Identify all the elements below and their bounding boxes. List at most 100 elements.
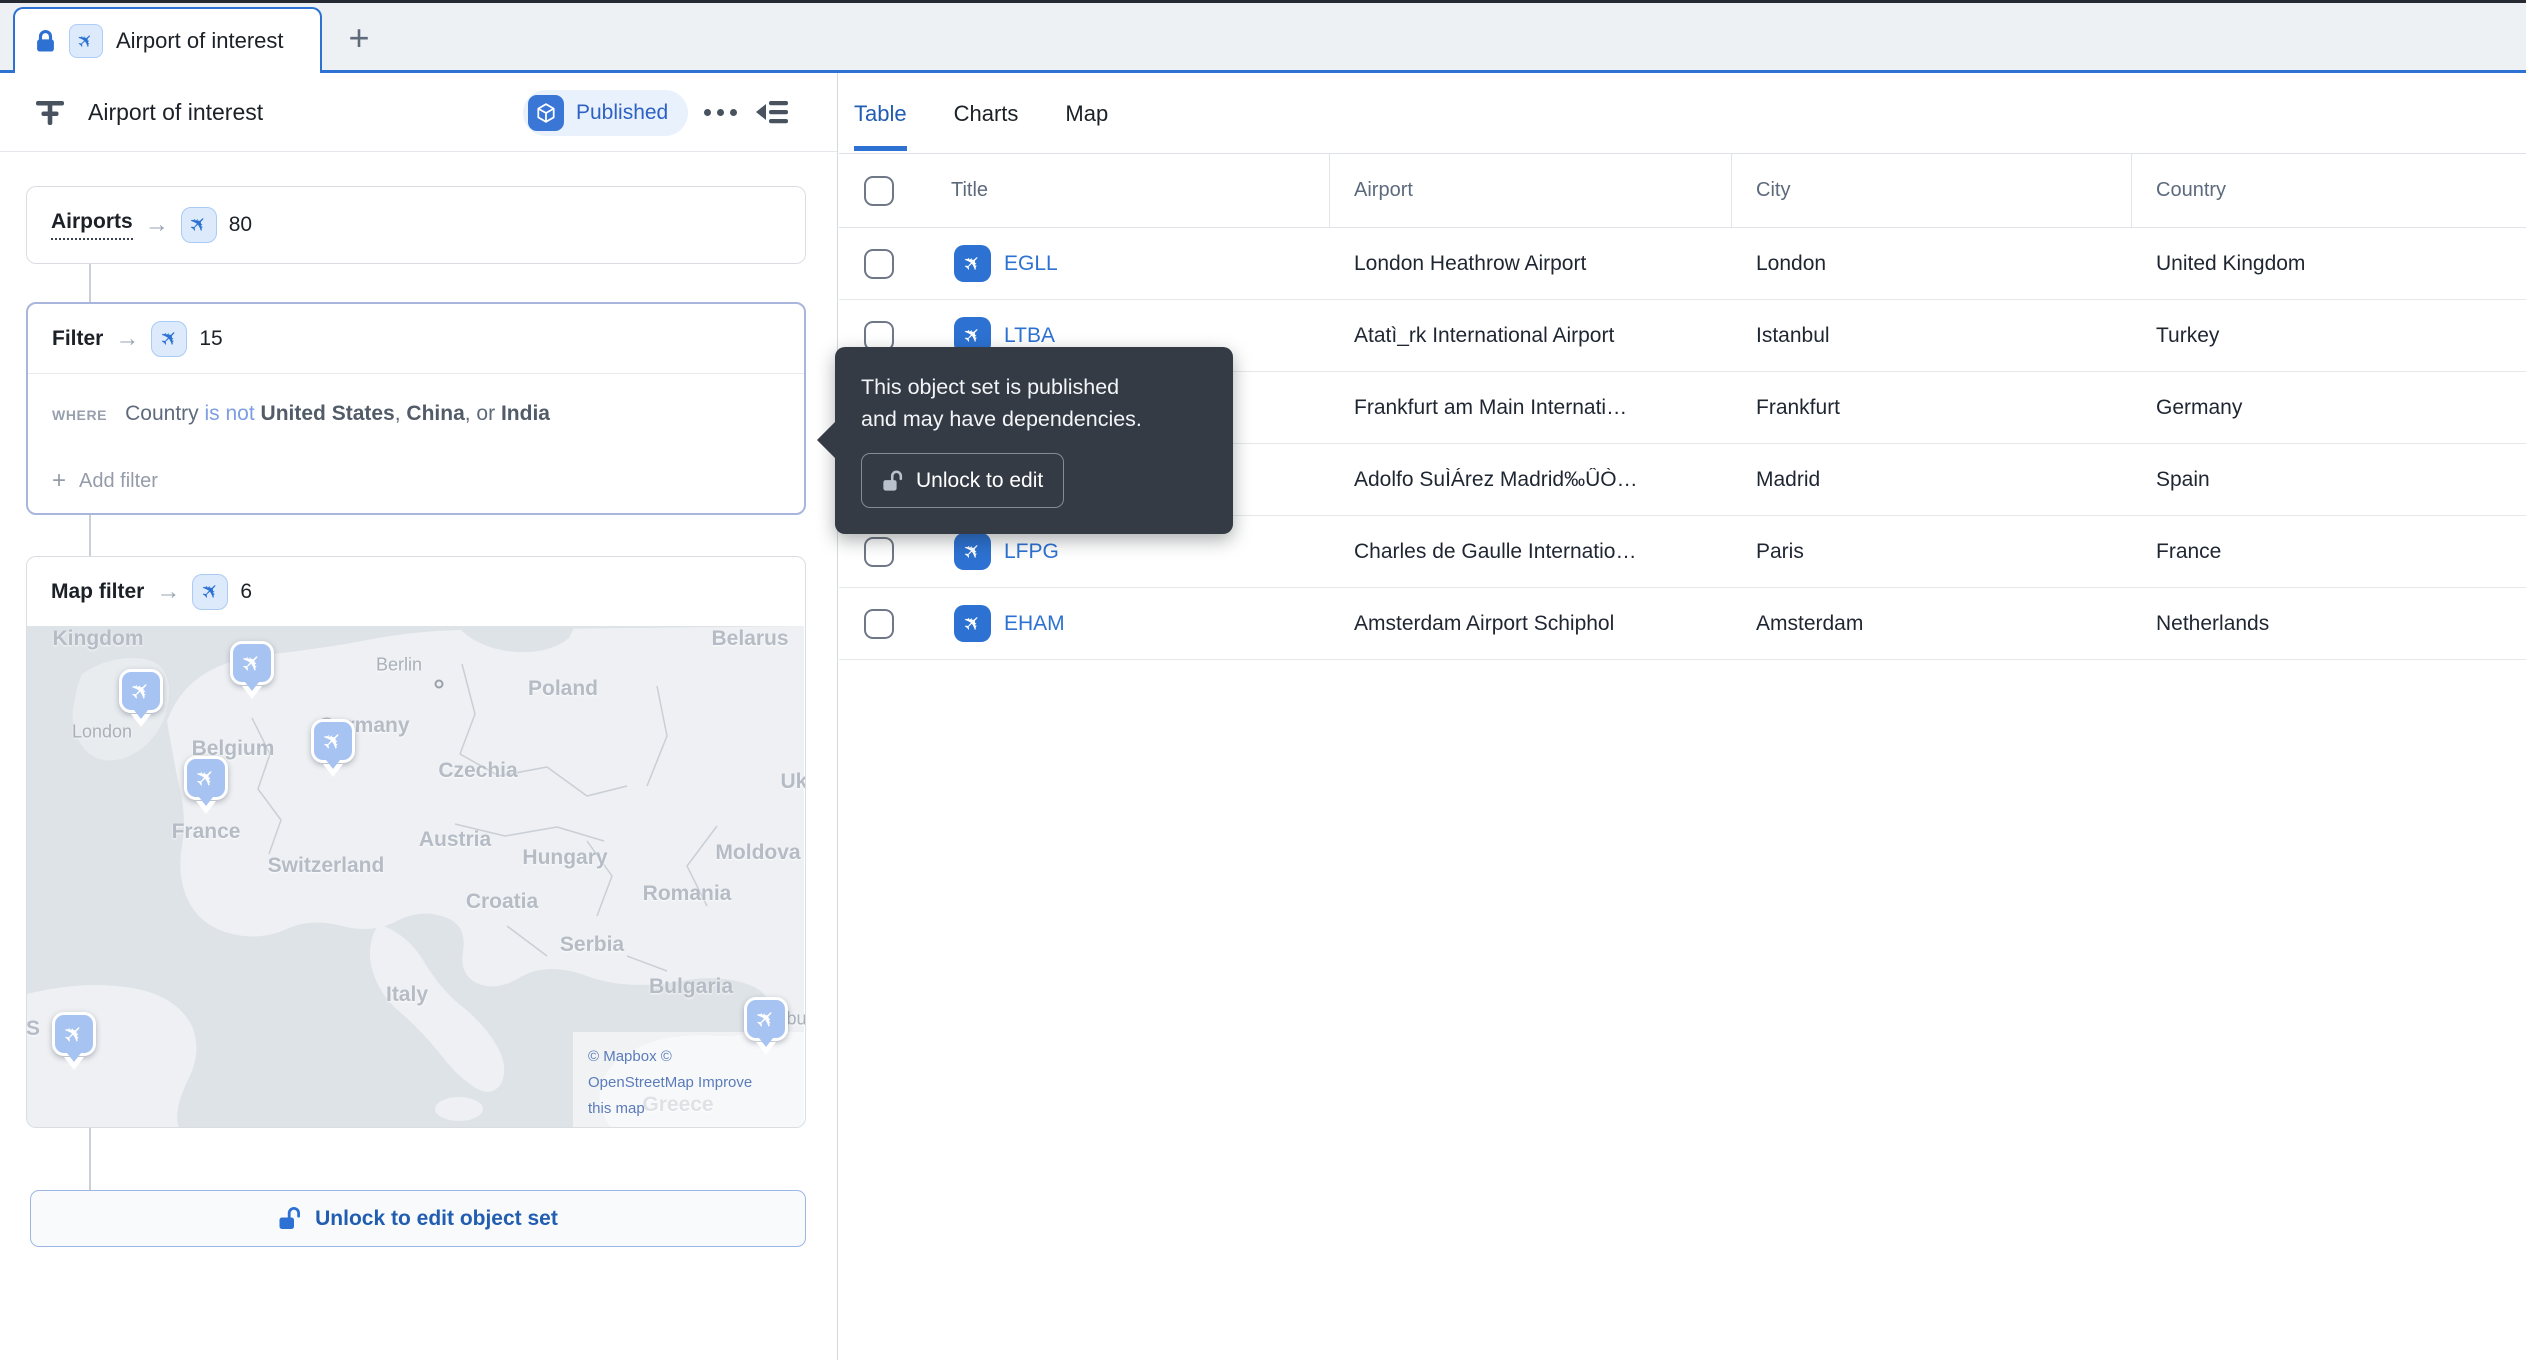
object-link[interactable]: LFPG: [1004, 540, 1059, 564]
clause-token: India: [500, 402, 550, 425]
tab-title: Airport of interest: [116, 28, 284, 53]
clause-token: ,: [394, 402, 407, 425]
row-checkbox[interactable]: [864, 248, 894, 279]
airplane-object-type-icon: ✈: [192, 573, 229, 610]
tab-airport-of-interest[interactable]: ✈ Airport of interest: [13, 7, 322, 73]
cube-icon: [528, 95, 564, 131]
map-marker-london[interactable]: ✈: [119, 669, 163, 713]
new-tab-button[interactable]: +: [336, 15, 382, 61]
tooltip-arrow: [817, 421, 836, 459]
airplane-glyph: ✈: [189, 761, 223, 795]
airport-cell: Amsterdam Airport Schiphol: [1354, 611, 1615, 635]
page-title: Airport of interest: [88, 99, 264, 125]
airport-cell: Adolfo SuÌÁrez Madrid‰ÛÒ…: [1354, 467, 1638, 491]
app-window: ✈ Airport of interest + Airport of inter…: [0, 0, 2526, 1360]
map-country-label: Switzerland: [267, 854, 385, 877]
select-all-checkbox[interactable]: [864, 175, 894, 206]
map-city-label: London: [71, 721, 133, 742]
object-link[interactable]: LTBA: [1004, 324, 1055, 348]
map-filter-node-label: Map filter: [51, 579, 145, 603]
object-link[interactable]: EGLL: [1004, 252, 1058, 276]
unlock-object-set-label: Unlock to edit object set: [315, 1206, 558, 1230]
country-cell: United Kingdom: [2156, 251, 2306, 275]
filter-count: 15: [199, 326, 223, 350]
clause-token: United States: [260, 402, 395, 425]
row-checkbox[interactable]: [864, 536, 894, 567]
airplane-glyph: ✈: [749, 1002, 783, 1036]
airplane-glyph: ✈: [235, 646, 269, 680]
view-tab-charts[interactable]: Charts: [954, 73, 1019, 154]
view-tab-table[interactable]: Table: [854, 73, 907, 154]
node-connector: [89, 515, 91, 556]
airplane-object-icon: ✈: [954, 245, 991, 282]
map-marker-paris[interactable]: ✈: [184, 756, 228, 800]
country-cell: Spain: [2156, 467, 2210, 491]
map-country-label: Serbia: [559, 933, 625, 956]
plus-icon: +: [52, 467, 67, 494]
arrow-right-icon: →: [156, 577, 181, 605]
arrow-right-icon: →: [144, 210, 169, 238]
row-checkbox[interactable]: [864, 608, 894, 639]
country-cell: Netherlands: [2156, 611, 2270, 635]
unlock-to-edit-button[interactable]: Unlock to edit: [861, 453, 1065, 508]
airplane-object-type-icon: ✈: [69, 24, 103, 58]
city-cell: Amsterdam: [1756, 611, 1864, 635]
table-header: Title Airport City Country: [839, 154, 2526, 228]
object-set-icon: [36, 101, 64, 125]
airplane-object-type-icon: ✈: [180, 206, 217, 243]
airplane-glyph: ✈: [57, 1017, 91, 1051]
header-cell-title: Title: [839, 154, 1330, 227]
map-city-dot: [434, 679, 444, 689]
map-filter-node-card[interactable]: Map filter → ✈ 6 © Mapbox © OpenStreetMap…: [26, 556, 806, 1128]
clause-token[interactable]: is not: [205, 402, 255, 425]
filter-node-card[interactable]: Filter → ✈ 15 WHERE Country is not Unite…: [26, 302, 806, 515]
map-country-label: S: [26, 1017, 41, 1040]
arrow-right-icon: →: [115, 324, 140, 352]
map-preview[interactable]: © Mapbox © OpenStreetMap Improve this map …: [26, 626, 805, 1127]
map-marker-frankfurt[interactable]: ✈: [311, 719, 355, 763]
header-cell-city: City: [1732, 154, 2132, 227]
map-country-label: Poland: [527, 677, 599, 700]
filter-node-label: Filter: [52, 326, 104, 350]
airports-node-card[interactable]: Airports → ✈ 80: [26, 186, 806, 264]
city-cell: London: [1756, 251, 1827, 275]
node-connector: [89, 264, 91, 302]
filter-clause[interactable]: Country is not United States, China, or …: [125, 399, 550, 429]
clause-token: , or: [464, 402, 501, 425]
airplane-glyph: ✈: [124, 674, 158, 708]
airplane-glyph: ✈: [958, 537, 987, 566]
map-country-label: Austria: [418, 828, 492, 851]
map-country-label: Croatia: [465, 890, 539, 913]
node-connector: [89, 1128, 91, 1190]
add-filter-label: Add filter: [79, 469, 158, 492]
country-cell: France: [2156, 539, 2222, 563]
airports-node-label[interactable]: Airports: [51, 210, 133, 240]
map-country-label: Moldova: [715, 841, 801, 864]
collapse-panel-icon[interactable]: [756, 96, 790, 128]
airport-cell: Atatì_rk International Airport: [1354, 323, 1615, 347]
airport-cell: Charles de Gaulle Internatio…: [1354, 539, 1637, 563]
map-marker-amsterdam[interactable]: ✈: [230, 641, 274, 685]
row-checkbox[interactable]: [864, 320, 894, 351]
map-marker-madrid[interactable]: ✈: [52, 1012, 96, 1056]
map-filter-count: 6: [240, 579, 253, 603]
map-country-label: Czechia: [438, 759, 518, 782]
header-cell-airport: Airport: [1330, 154, 1732, 227]
published-warning-tooltip: This object set is published and may hav…: [817, 347, 1233, 534]
airplane-object-type-icon: ✈: [151, 320, 188, 357]
map-marker-istanbul[interactable]: ✈: [744, 997, 788, 1041]
published-status-badge[interactable]: Published: [523, 90, 689, 136]
unlock-object-set-button[interactable]: Unlock to edit object set: [30, 1190, 806, 1247]
view-tab-map[interactable]: Map: [1065, 73, 1108, 154]
lock-icon: [37, 30, 54, 52]
panel-header: Airport of interest Published: [0, 73, 837, 152]
map-city-label: Berlin: [375, 654, 423, 675]
where-label: WHERE: [52, 407, 108, 423]
more-options-button[interactable]: [700, 73, 741, 152]
tooltip-text: This object set is published and may hav…: [861, 375, 1142, 431]
object-link[interactable]: EHAM: [1004, 612, 1065, 636]
city-cell: Madrid: [1756, 467, 1821, 491]
unlock-to-edit-label: Unlock to edit: [916, 468, 1044, 492]
clause-token: Country: [125, 402, 205, 425]
add-filter-button[interactable]: + Add filter: [52, 467, 158, 495]
